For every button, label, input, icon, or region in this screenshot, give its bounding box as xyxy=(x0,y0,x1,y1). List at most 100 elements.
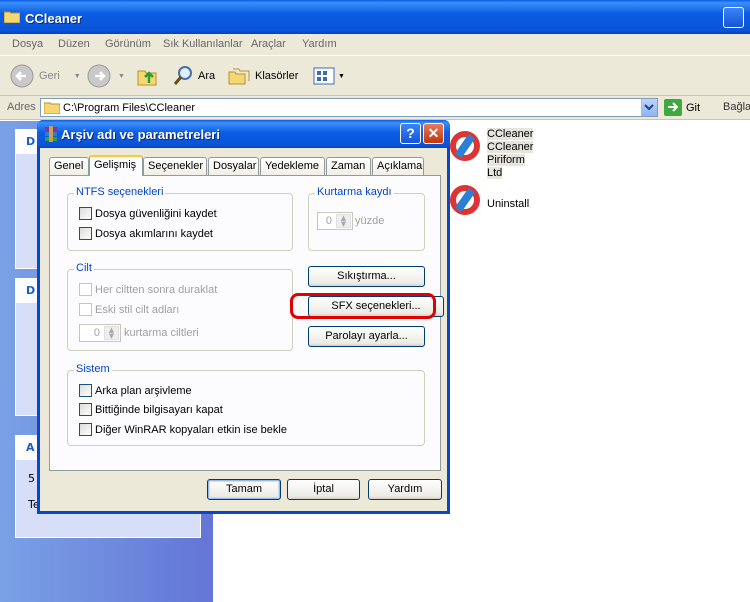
toolbar: Geri ▼ ▼ Ara Klasörler ▼ xyxy=(0,56,750,96)
file-name: Uninstall xyxy=(487,198,530,210)
folders-button[interactable]: Klasörler xyxy=(227,64,298,88)
checkbox-box[interactable] xyxy=(79,303,92,316)
stepper-value: 0 xyxy=(93,327,100,339)
search-icon xyxy=(173,66,192,85)
background-archiving-checkbox[interactable]: Arka plan arşivleme xyxy=(79,384,192,397)
up-folder-button[interactable] xyxy=(136,64,158,88)
advanced-tab-panel: NTFS seçenekleri Dosya güvenliğini kayde… xyxy=(49,175,444,471)
help-footer-button[interactable]: Yardım xyxy=(368,479,442,500)
forward-button[interactable]: ▼ xyxy=(87,64,125,88)
chevron-down-icon xyxy=(644,104,654,111)
save-file-streams-checkbox[interactable]: Dosya akımlarını kaydet xyxy=(79,227,213,240)
system-legend: Sistem xyxy=(74,363,112,375)
menu-view[interactable]: Görünüm xyxy=(105,38,151,50)
volume-group: Cilt Her ciltten sonra duraklat Eski sti… xyxy=(67,262,293,351)
pause-after-volume-checkbox[interactable]: Her ciltten sonra duraklat xyxy=(79,283,217,296)
back-label: Geri xyxy=(39,70,60,82)
ok-button[interactable]: Tamam xyxy=(207,479,281,500)
up-folder-icon xyxy=(137,70,157,86)
tab-time[interactable]: Zaman xyxy=(326,157,371,175)
back-arrow-icon xyxy=(10,64,34,88)
menu-tools[interactable]: Araçlar xyxy=(251,38,286,50)
menu-file[interactable]: Dosya xyxy=(12,38,43,50)
checkbox-box[interactable] xyxy=(79,403,92,416)
file-item-ccleaner[interactable]: CCleaner CCleaner Piriform Ltd xyxy=(447,128,534,179)
tab-files[interactable]: Dosyalar xyxy=(208,157,259,175)
back-button[interactable]: Geri ▼ xyxy=(10,64,81,88)
sfx-highlight-annotation xyxy=(290,293,436,319)
shutdown-when-done-checkbox[interactable]: Bittiğinde bilgisayarı kapat xyxy=(79,403,223,416)
tab-general[interactable]: Genel xyxy=(49,157,89,175)
checkbox-label: Dosya akımlarını kaydet xyxy=(95,227,213,240)
recovery-legend: Kurtarma kaydı xyxy=(315,186,394,198)
folders-label: Klasörler xyxy=(255,70,299,82)
address-label: Adres xyxy=(7,101,36,113)
menu-edit[interactable]: Düzen xyxy=(58,38,90,50)
cancel-button[interactable]: İptal xyxy=(287,479,360,500)
dialog-title: Arşiv adı ve parametreleri xyxy=(61,127,220,142)
uninstall-app-icon xyxy=(450,185,480,215)
compression-button[interactable]: Sıkıştırma... xyxy=(308,266,425,287)
search-label: Ara xyxy=(198,70,216,82)
menu-help[interactable]: Yardım xyxy=(302,38,337,50)
checkbox-box[interactable] xyxy=(79,207,92,220)
file-description: CCleaner xyxy=(487,141,534,153)
save-file-security-checkbox[interactable]: Dosya güvenliğini kaydet xyxy=(79,207,217,220)
recovery-volumes-stepper[interactable]: 0 ▲ ▼ xyxy=(79,324,121,342)
file-item-uninstall[interactable]: Uninstall xyxy=(447,182,529,221)
file-name: CCleaner xyxy=(487,128,534,140)
recovery-record-group: Kurtarma kaydı 0 ▲ ▼ yüzde xyxy=(308,186,425,251)
tab-backup[interactable]: Yedekleme xyxy=(260,157,325,175)
address-bar: Adres C:\Program Files\CCleaner Git Bağl… xyxy=(0,96,750,120)
ntfs-legend: NTFS seçenekleri xyxy=(74,186,166,198)
back-dropdown-icon[interactable]: ▼ xyxy=(74,73,81,80)
menu-bar: Dosya Düzen Görünüm Sık Kullanılanlar Ar… xyxy=(0,34,750,56)
go-button[interactable]: Git xyxy=(664,99,700,116)
views-button[interactable]: ▼ xyxy=(312,64,345,88)
ccleaner-app-icon xyxy=(450,131,480,161)
recovery-percent-stepper[interactable]: 0 ▲ ▼ xyxy=(317,212,353,230)
recovery-volumes-label: kurtarma ciltleri xyxy=(124,327,199,339)
checkbox-box[interactable] xyxy=(79,283,92,296)
system-group: Sistem Arka plan arşivleme Bittiğinde bi… xyxy=(67,363,425,446)
views-icon xyxy=(313,67,335,85)
set-password-button[interactable]: Parolayı ayarla... xyxy=(308,326,425,347)
close-button[interactable]: ✕ xyxy=(423,123,444,144)
help-button[interactable]: ? xyxy=(400,123,421,144)
tab-advanced[interactable]: Gelişmiş xyxy=(89,155,143,176)
tab-comment[interactable]: Açıklama xyxy=(372,157,424,175)
stepper-arrows-icon[interactable]: ▲ ▼ xyxy=(104,326,119,340)
menu-favorites[interactable]: Sık Kullanılanlar xyxy=(163,38,243,50)
window-title: CCleaner xyxy=(25,11,83,26)
folder-icon xyxy=(4,11,20,23)
window-titlebar: CCleaner xyxy=(0,0,750,34)
checkbox-label: Bittiğinde bilgisayarı kapat xyxy=(95,403,223,416)
minimize-button[interactable] xyxy=(723,7,744,28)
folder-icon xyxy=(44,102,60,114)
address-input[interactable]: C:\Program Files\CCleaner xyxy=(40,98,658,117)
forward-arrow-icon xyxy=(87,64,111,88)
stepper-value: 0 xyxy=(325,215,332,227)
file-company: Piriform Ltd xyxy=(487,154,525,179)
dialog-titlebar[interactable]: Arşiv adı ve parametreleri ? ✕ xyxy=(37,120,450,148)
folders-icon xyxy=(228,68,250,85)
checkbox-box[interactable] xyxy=(79,423,92,436)
old-style-names-checkbox[interactable]: Eski stil cilt adları xyxy=(79,303,179,316)
checkbox-label: Eski stil cilt adları xyxy=(95,303,180,316)
search-button[interactable]: Ara xyxy=(172,64,215,88)
details-text: 5 xyxy=(28,472,35,485)
wait-other-copies-checkbox[interactable]: Diğer WinRAR kopyaları etkin ise bekle xyxy=(79,423,287,436)
tab-options[interactable]: Seçenekler xyxy=(143,157,207,175)
volume-legend: Cilt xyxy=(74,262,94,274)
checkbox-label: Diğer WinRAR kopyaları etkin ise bekle xyxy=(95,423,287,436)
checkbox-box[interactable] xyxy=(79,384,92,397)
address-dropdown-button[interactable] xyxy=(641,99,657,116)
go-arrow-icon xyxy=(664,99,682,116)
stepper-arrows-icon[interactable]: ▲ ▼ xyxy=(336,214,351,228)
links-label[interactable]: Bağla xyxy=(723,101,750,113)
checkbox-box[interactable] xyxy=(79,227,92,240)
checkbox-label: Dosya güvenliğini kaydet xyxy=(95,207,217,220)
checkbox-label: Arka plan arşivleme xyxy=(95,384,192,397)
forward-dropdown-icon[interactable]: ▼ xyxy=(118,73,125,80)
go-label: Git xyxy=(686,101,701,114)
